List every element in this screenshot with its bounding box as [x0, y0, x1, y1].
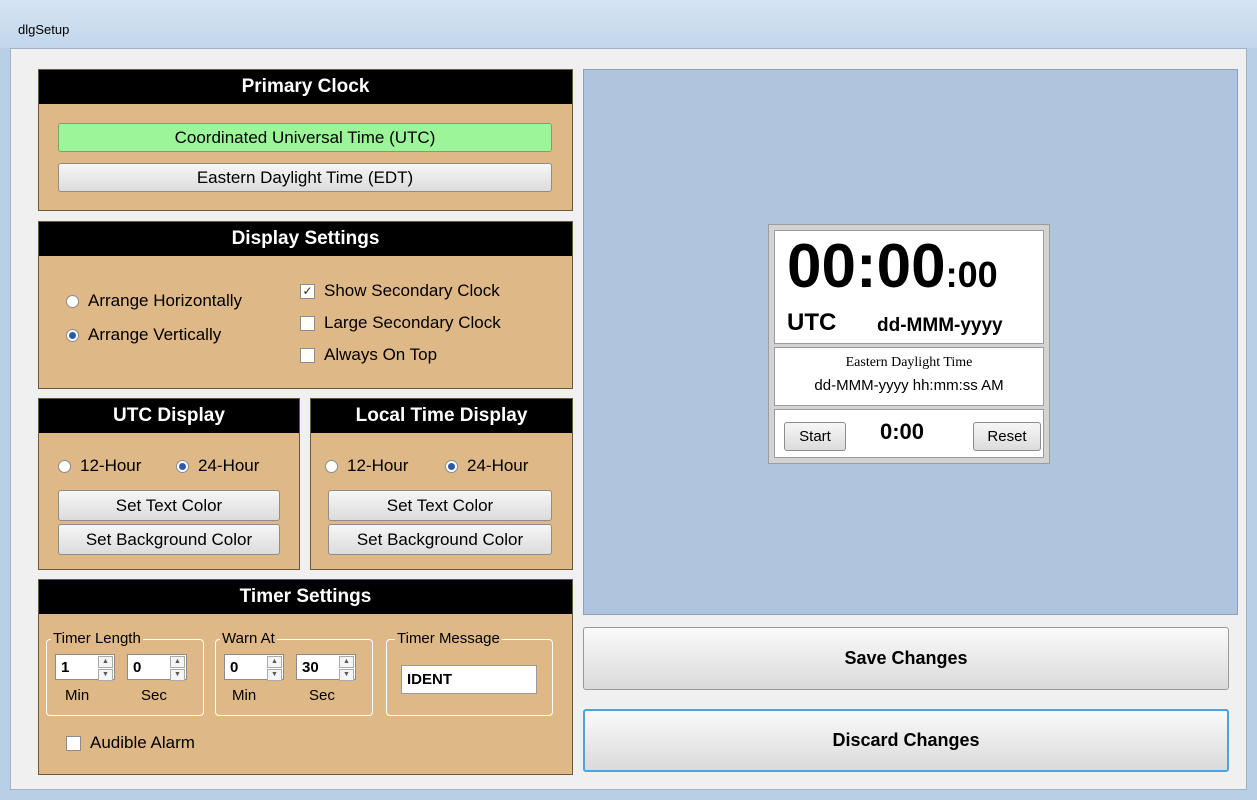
checkbox-box: [66, 735, 81, 751]
always-on-top-checkbox[interactable]: Always On Top: [300, 345, 437, 365]
utc-display-panel: UTC Display 12-Hour 24-Hour Set Text Col…: [38, 398, 300, 570]
secondary-datetime: dd-MMM-yyyy hh:mm:ss AM: [814, 377, 1004, 394]
utc-24-hour-label: 24-Hour: [198, 456, 260, 475]
timer-length-sec-value: 0: [133, 659, 142, 676]
local-time-display-panel: Local Time Display 12-Hour 24-Hour Set T…: [310, 398, 573, 570]
warn-at-group: Warn At 0 ▲ ▼ 30 ▲ ▼ Min Sec: [215, 630, 373, 716]
arrange-vertically-radio[interactable]: Arrange Vertically: [66, 325, 221, 345]
timer-length-group: Timer Length 1 ▲ ▼ 0 ▲ ▼ Min Sec: [46, 630, 204, 716]
warn-at-min-label: Min: [232, 687, 257, 704]
spin-up-icon[interactable]: ▲: [98, 656, 113, 668]
local-set-text-color-button[interactable]: Set Text Color: [328, 490, 552, 521]
audible-alarm-checkbox[interactable]: Audible Alarm: [66, 733, 195, 753]
radio-indicator: [445, 459, 458, 473]
timer-length-min-value: 1: [61, 659, 70, 676]
utc-set-text-color-button[interactable]: Set Text Color: [58, 490, 280, 521]
checkbox-check-icon: ✓: [300, 283, 315, 299]
primary-zone: UTC: [787, 309, 837, 336]
local-time-display-header: Local Time Display: [311, 399, 572, 433]
primary-time-seconds: :00: [945, 254, 998, 295]
utc-24-hour-radio[interactable]: 24-Hour: [176, 456, 259, 476]
primary-time-main: 00:00: [787, 232, 946, 301]
primary-clock-header: Primary Clock: [39, 70, 572, 104]
local-24-hour-radio[interactable]: 24-Hour: [445, 456, 528, 476]
primary-time: 00:00:00: [787, 231, 998, 302]
timer-length-label: Timer Length: [51, 630, 143, 647]
primary-clock-display: 00:00:00 UTC dd-MMM-yyyy: [774, 230, 1044, 344]
local-24-hour-label: 24-Hour: [467, 456, 529, 475]
timer-reset-button[interactable]: Reset: [973, 422, 1041, 451]
timer-length-sec-spinner[interactable]: 0 ▲ ▼: [127, 654, 187, 681]
utc-display-header: UTC Display: [39, 399, 299, 433]
spinner-arrows[interactable]: ▲ ▼: [170, 656, 185, 681]
timer-message-group: Timer Message: [386, 630, 553, 716]
checkbox-box: [300, 315, 315, 331]
radio-indicator: [58, 459, 71, 473]
local-12-hour-label: 12-Hour: [347, 456, 409, 475]
radio-indicator: [66, 294, 79, 308]
local-set-background-color-button[interactable]: Set Background Color: [328, 524, 552, 555]
arrange-horizontally-radio[interactable]: Arrange Horizontally: [66, 291, 242, 311]
timer-display: Start 0:00 Reset: [774, 409, 1044, 458]
warn-at-sec-value: 30: [302, 659, 319, 676]
show-secondary-clock-checkbox[interactable]: ✓ Show Secondary Clock: [300, 281, 500, 301]
show-secondary-clock-label: Show Secondary Clock: [324, 281, 500, 300]
arrange-vertically-label: Arrange Vertically: [88, 325, 222, 344]
primary-clock-panel: Primary Clock Coordinated Universal Time…: [38, 69, 573, 211]
spin-down-icon[interactable]: ▼: [339, 669, 354, 681]
warn-at-min-value: 0: [230, 659, 239, 676]
secondary-zone: Eastern Daylight Time: [845, 355, 973, 370]
utc-12-hour-radio[interactable]: 12-Hour: [58, 456, 141, 476]
primary-date: dd-MMM-yyyy: [877, 315, 1003, 336]
timer-start-button[interactable]: Start: [784, 422, 846, 451]
save-changes-button[interactable]: Save Changes: [583, 627, 1229, 690]
always-on-top-label: Always On Top: [324, 345, 438, 364]
spin-down-icon[interactable]: ▼: [170, 669, 185, 681]
spinner-arrows[interactable]: ▲ ▼: [267, 656, 282, 681]
spinner-arrows[interactable]: ▲ ▼: [339, 656, 354, 681]
spin-down-icon[interactable]: ▼: [98, 669, 113, 681]
spinner-arrows[interactable]: ▲ ▼: [98, 656, 113, 681]
timer-message-label: Timer Message: [395, 630, 502, 647]
local-12-hour-radio[interactable]: 12-Hour: [325, 456, 408, 476]
spin-down-icon[interactable]: ▼: [267, 669, 282, 681]
timer-length-min-label: Min: [65, 687, 90, 704]
audible-alarm-label: Audible Alarm: [90, 733, 195, 752]
primary-edt-button[interactable]: Eastern Daylight Time (EDT): [58, 163, 552, 192]
radio-indicator: [66, 328, 79, 342]
utc-12-hour-label: 12-Hour: [80, 456, 142, 475]
large-secondary-clock-label: Large Secondary Clock: [324, 313, 501, 332]
timer-length-min-spinner[interactable]: 1 ▲ ▼: [55, 654, 115, 681]
warn-at-label: Warn At: [220, 630, 277, 647]
timer-message-input[interactable]: [401, 665, 537, 694]
title-bar[interactable]: dlgSetup: [0, 0, 1257, 48]
discard-changes-button[interactable]: Discard Changes: [583, 709, 1229, 772]
timer-value: 0:00: [880, 419, 925, 444]
dialog-client-area: Primary Clock Coordinated Universal Time…: [10, 48, 1247, 790]
spin-up-icon[interactable]: ▲: [339, 656, 354, 668]
timer-settings-header: Timer Settings: [39, 580, 572, 614]
checkbox-box: [300, 347, 315, 363]
warn-at-min-spinner[interactable]: 0 ▲ ▼: [224, 654, 284, 681]
timer-settings-panel: Timer Settings Timer Length 1 ▲ ▼ 0 ▲ ▼ Mi…: [38, 579, 573, 775]
utc-set-background-color-button[interactable]: Set Background Color: [58, 524, 280, 555]
arrange-horizontally-label: Arrange Horizontally: [88, 291, 243, 310]
display-settings-panel: Display Settings Arrange Horizontally Ar…: [38, 221, 573, 389]
spin-up-icon[interactable]: ▲: [170, 656, 185, 668]
large-secondary-clock-checkbox[interactable]: Large Secondary Clock: [300, 313, 501, 333]
warn-at-sec-label: Sec: [309, 687, 335, 704]
radio-indicator: [176, 459, 189, 473]
clock-preview-area: 00:00:00 UTC dd-MMM-yyyy Eastern Dayligh…: [583, 69, 1238, 615]
spin-up-icon[interactable]: ▲: [267, 656, 282, 668]
window-title: dlgSetup: [18, 22, 70, 37]
dialog-window: dlgSetup Primary Clock Coordinated Unive…: [0, 0, 1257, 800]
clock-preview: 00:00:00 UTC dd-MMM-yyyy Eastern Dayligh…: [768, 224, 1050, 464]
display-settings-header: Display Settings: [39, 222, 572, 256]
radio-indicator: [325, 459, 338, 473]
warn-at-sec-spinner[interactable]: 30 ▲ ▼: [296, 654, 356, 681]
timer-length-sec-label: Sec: [141, 687, 167, 704]
secondary-clock-display: Eastern Daylight Time dd-MMM-yyyy hh:mm:…: [774, 347, 1044, 406]
primary-utc-button[interactable]: Coordinated Universal Time (UTC): [58, 123, 552, 152]
